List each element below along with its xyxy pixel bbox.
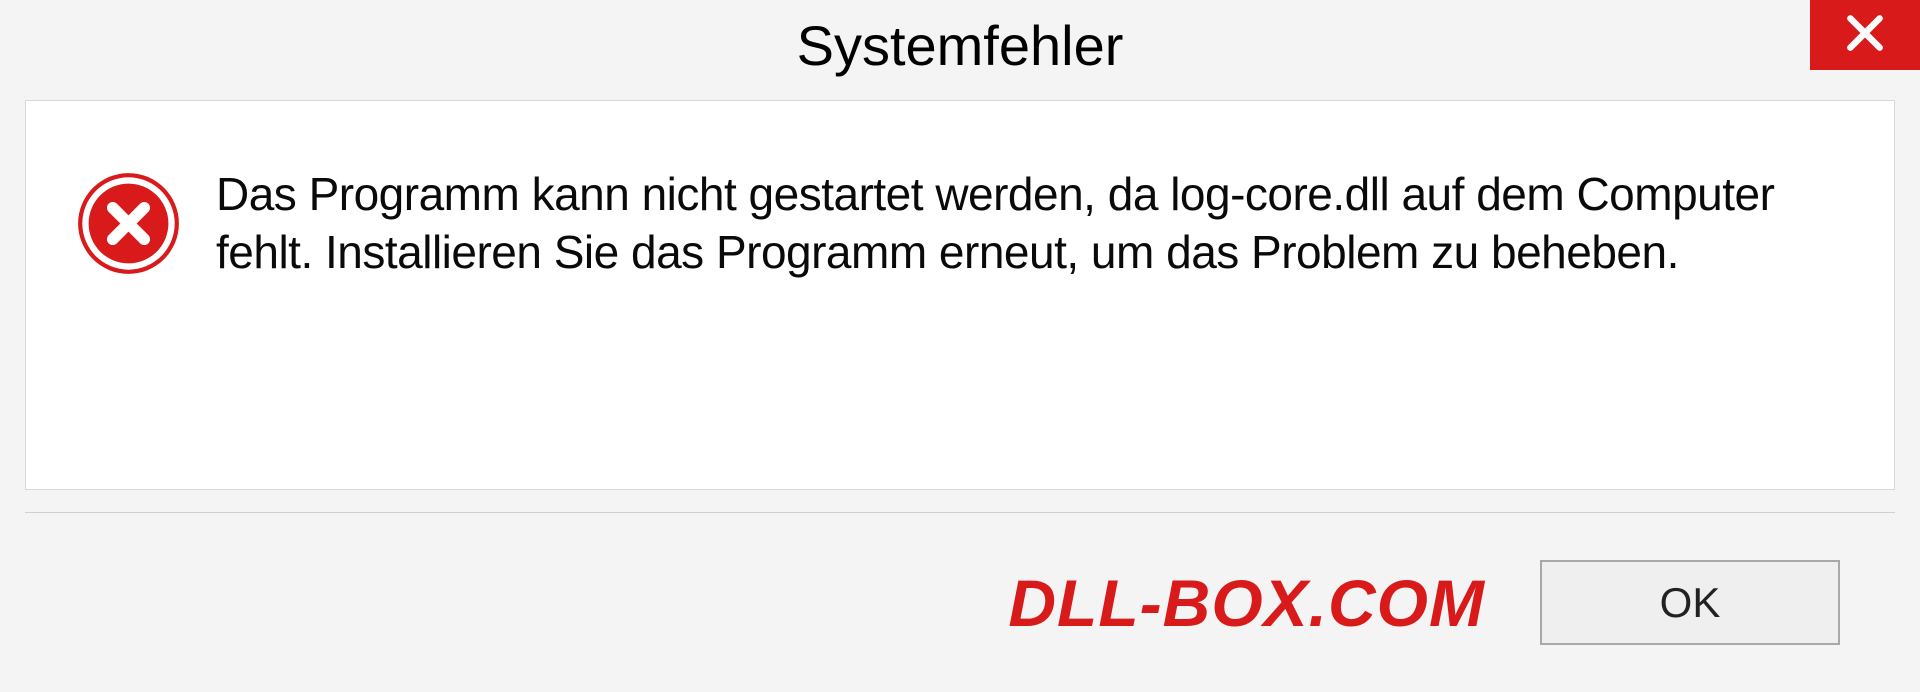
close-icon: [1843, 11, 1887, 60]
ok-button[interactable]: OK: [1540, 560, 1840, 645]
error-icon: [76, 171, 181, 276]
close-button[interactable]: [1810, 0, 1920, 70]
footer: DLL-BOX.COM OK: [25, 512, 1895, 692]
content-box: Das Programm kann nicht gestartet werden…: [25, 100, 1895, 490]
titlebar: Systemfehler: [0, 0, 1920, 90]
watermark-text: DLL-BOX.COM: [1008, 565, 1485, 641]
error-message: Das Programm kann nicht gestartet werden…: [216, 166, 1844, 281]
dialog-title: Systemfehler: [797, 13, 1124, 78]
